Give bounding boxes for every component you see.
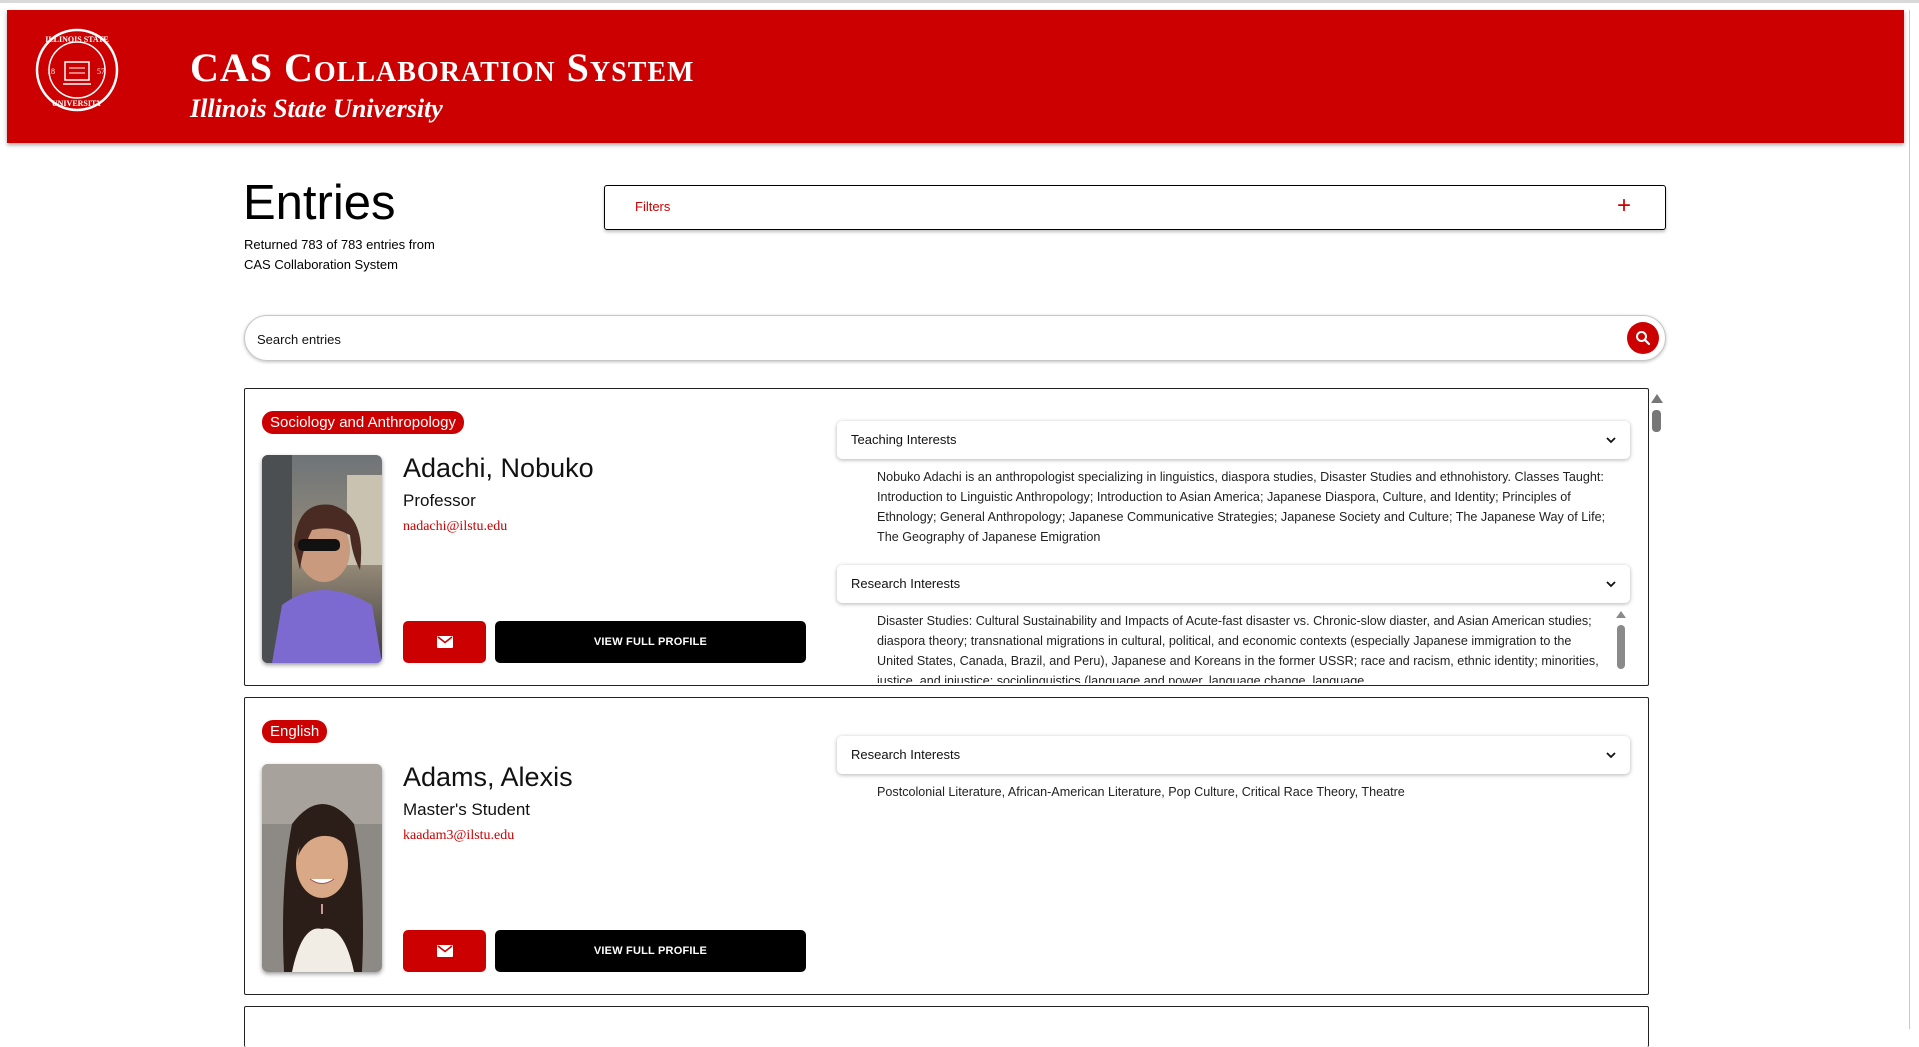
page-title: Entries [243, 176, 396, 230]
svg-text:57: 57 [97, 67, 105, 76]
site-subtitle: Illinois State University [190, 94, 443, 123]
window-scrollbar-track[interactable] [1909, 10, 1910, 1029]
entry-card: English Adams, Alexis Master's Student k… [244, 697, 1649, 995]
results-count-line2: CAS Collaboration System [244, 257, 398, 272]
site-header: ILLINOIS STATE UNIVERSITY 18 57 CAS Coll… [7, 10, 1904, 143]
accordion-research-interests[interactable]: Research Interests [837, 565, 1630, 603]
entry-role: Master's Student [403, 800, 531, 819]
chevron-down-icon [1606, 752, 1616, 759]
filters-label: Filters [635, 199, 671, 214]
browser-top-edge [0, 0, 1919, 3]
department-badge[interactable]: English [262, 720, 328, 743]
email-button[interactable] [403, 621, 486, 663]
svg-text:UNIVERSITY: UNIVERSITY [52, 99, 102, 108]
entry-email[interactable]: kaadam3@ilstu.edu [403, 828, 514, 844]
svg-text:ILLINOIS STATE: ILLINOIS STATE [45, 35, 109, 44]
chevron-down-icon [1606, 581, 1616, 588]
view-full-profile-button[interactable]: VIEW FULL PROFILE [495, 930, 806, 972]
section-scrollbar[interactable] [1615, 611, 1627, 675]
profile-photo [262, 455, 382, 663]
mail-icon [436, 945, 453, 957]
entry-card [244, 1006, 1649, 1047]
research-interests-text: Postcolonial Literature, African-America… [877, 785, 1405, 799]
accordion-label: Research Interests [851, 747, 961, 762]
results-count: Returned 783 of 783 entries from CAS Col… [244, 235, 484, 275]
filters-panel-toggle[interactable]: Filters + [604, 185, 1666, 230]
svg-text:18: 18 [47, 67, 55, 76]
entry-name: Adams, Alexis [403, 762, 573, 792]
search-input[interactable] [255, 326, 1599, 352]
search-button[interactable] [1627, 322, 1659, 354]
mail-icon [436, 636, 453, 648]
profile-photo [262, 764, 382, 972]
list-scrollbar-thumb[interactable] [1652, 410, 1661, 432]
teaching-interests-text: Nobuko Adachi is an anthropologist speci… [877, 470, 1606, 544]
results-count-line1: Returned 783 of 783 entries from [244, 237, 435, 252]
accordion-research-interests[interactable]: Research Interests [837, 736, 1630, 774]
university-seal-logo[interactable]: ILLINOIS STATE UNIVERSITY 18 57 [35, 28, 119, 112]
department-badge[interactable]: Sociology and Anthropology [262, 411, 464, 434]
entry-card: Sociology and Anthropology Adachi, Nobuk… [244, 388, 1649, 686]
accordion-teaching-interests[interactable]: Teaching Interests [837, 421, 1630, 459]
research-interests-text: Disaster Studies: Cultural Sustainabilit… [877, 614, 1599, 683]
entry-name: Adachi, Nobuko [403, 453, 594, 483]
accordion-label: Teaching Interests [851, 432, 957, 447]
entry-role: Professor [403, 491, 476, 510]
email-button[interactable] [403, 930, 486, 972]
list-scroll-up-arrow[interactable] [1651, 394, 1663, 404]
site-title[interactable]: CAS Collaboration System [190, 44, 694, 91]
view-full-profile-button[interactable]: VIEW FULL PROFILE [495, 621, 806, 663]
search-bar [244, 315, 1666, 361]
entry-email[interactable]: nadachi@ilstu.edu [403, 519, 507, 535]
search-icon [1636, 331, 1651, 346]
chevron-down-icon [1606, 437, 1616, 444]
accordion-label: Research Interests [851, 576, 961, 591]
plus-icon: + [1616, 192, 1631, 219]
